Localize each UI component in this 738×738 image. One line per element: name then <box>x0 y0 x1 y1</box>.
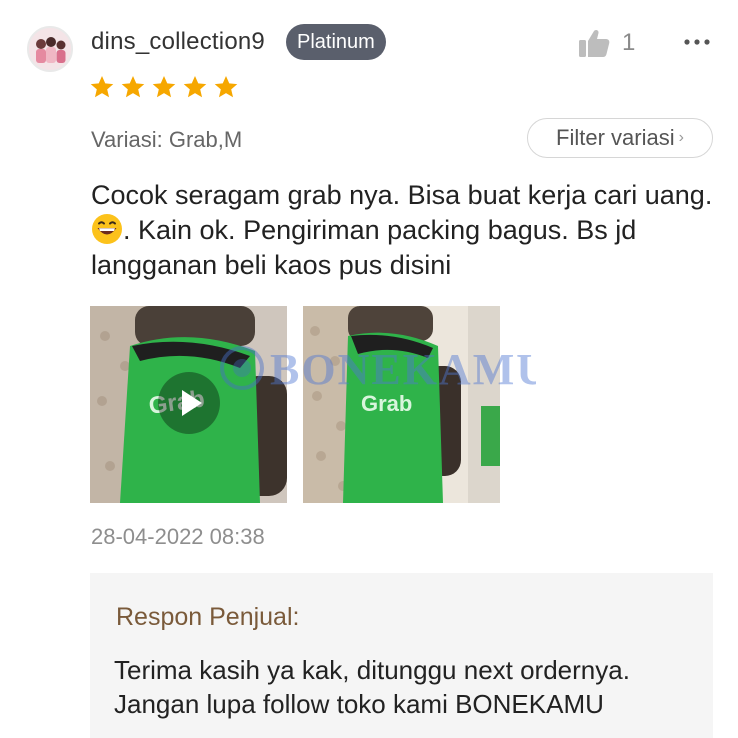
tier-badge: Platinum <box>286 24 386 60</box>
svg-text:Grab: Grab <box>361 391 412 416</box>
comment-text-part1: Cocok seragam grab nya. Bisa buat kerja … <box>91 180 713 210</box>
star-icon <box>121 75 145 98</box>
reviewer-username[interactable]: dins_collection9 <box>91 28 265 56</box>
more-dots-icon <box>684 39 710 45</box>
chevron-right-icon: › <box>678 129 684 146</box>
seller-response: Respon Penjual: Terima kasih ya kak, dit… <box>90 573 713 738</box>
review-video-thumbnail[interactable]: Grab <box>90 306 287 503</box>
filter-variant-label: Filter variasi <box>556 125 675 150</box>
comment-text-part2: . Kain ok. Pengiriman packing bagus. Bs … <box>91 215 637 280</box>
star-icon <box>90 75 114 98</box>
product-review: dins_collection9 Platinum 1 Variasi: Gra… <box>0 0 738 738</box>
review-comment: Cocok seragam grab nya. Bisa buat kerja … <box>91 178 721 283</box>
review-timestamp: 28-04-2022 08:38 <box>91 524 265 549</box>
star-rating <box>89 74 239 100</box>
like-button[interactable]: 1 <box>578 26 648 60</box>
variant-label: Variasi: Grab,M <box>91 127 243 152</box>
more-options-button[interactable] <box>680 28 714 56</box>
photo-thumbnail-image: Grab <box>303 306 500 503</box>
star-icon <box>214 75 238 98</box>
reviewer-avatar[interactable] <box>27 26 73 72</box>
seller-response-text: Terima kasih ya kak, ditunggu next order… <box>114 655 630 719</box>
star-icon <box>183 75 207 98</box>
like-count: 1 <box>622 29 636 56</box>
play-icon[interactable] <box>158 372 220 434</box>
filter-variant-button[interactable]: Filter variasi › <box>527 118 713 158</box>
seller-response-title: Respon Penjual: <box>116 603 300 631</box>
review-photo-thumbnail[interactable]: Grab <box>303 306 500 503</box>
user-avatar-icon <box>29 28 71 70</box>
star-icon <box>152 75 176 98</box>
thumbs-up-icon <box>579 29 610 57</box>
grinning-face-emoji-icon <box>92 214 122 244</box>
